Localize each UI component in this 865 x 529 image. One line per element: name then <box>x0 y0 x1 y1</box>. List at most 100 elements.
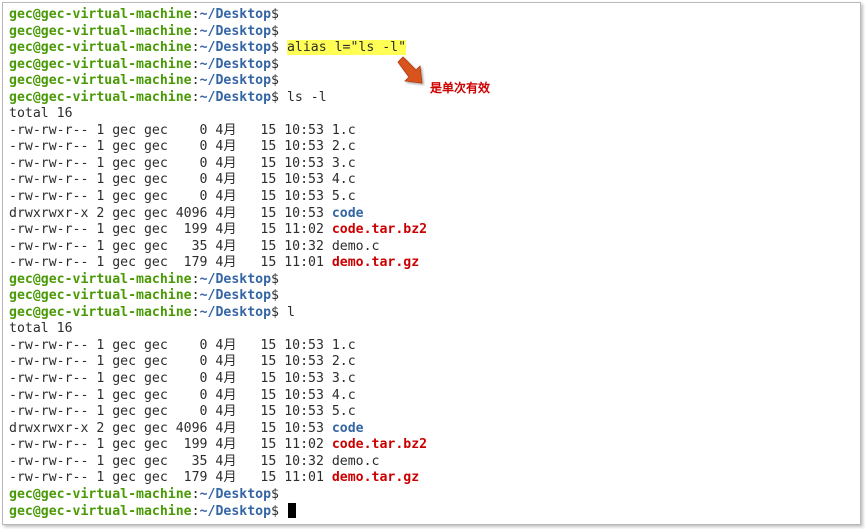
prompt-colon: : <box>191 288 200 304</box>
output-text: total 16 <box>9 321 73 337</box>
listing-row: -rw-rw-r-- 1 gec gec 0 4月 15 10:53 4.c <box>9 388 427 405</box>
listing-row: -rw-rw-r-- 1 gec gec 0 4月 15 10:53 2.c <box>9 139 427 156</box>
prompt-path: ~/Desktop <box>199 271 272 287</box>
listing-row: -rw-rw-r-- 1 gec gec 35 4月 15 10:32 demo… <box>9 239 427 256</box>
file-name: 5.c <box>331 404 356 420</box>
file-name: code.tar.bz2 <box>331 222 428 238</box>
prompt-path: ~/Desktop <box>199 40 272 56</box>
listing-row: -rw-rw-r-- 1 gec gec 179 4月 15 11:01 dem… <box>9 255 427 272</box>
prompt-dollar: $ <box>271 23 279 39</box>
file-name: 2.c <box>331 354 356 370</box>
arrow-down-right-icon <box>397 56 423 84</box>
file-metadata: -rw-rw-r-- 1 gec gec 0 4月 15 10:53 <box>9 122 332 138</box>
listing-row: -rw-rw-r-- 1 gec gec 199 4月 15 11:02 cod… <box>9 222 427 239</box>
file-metadata: -rw-rw-r-- 1 gec gec 179 4月 15 11:01 <box>9 255 332 271</box>
prompt-user-host: gec@gec-virtual-machine <box>9 89 192 105</box>
file-name: 1.c <box>331 122 356 138</box>
listing-row: drwxrwxr-x 2 gec gec 4096 4月 15 10:53 co… <box>9 206 427 223</box>
prompt-colon: : <box>191 7 200 22</box>
file-name: demo.tar.gz <box>331 470 420 486</box>
prompt-dollar: $ <box>271 486 279 502</box>
prompt-colon: : <box>191 486 200 502</box>
prompt-path: ~/Desktop <box>199 7 272 22</box>
prompt-colon: : <box>191 23 200 39</box>
file-name: demo.c <box>331 453 380 469</box>
terminal-output[interactable]: gec@gec-virtual-machine:~/Desktop$ gec@ge… <box>9 7 427 520</box>
prompt-line: gec@gec-virtual-machine:~/Desktop$ <box>9 57 427 74</box>
file-name: 3.c <box>331 371 356 387</box>
listing-row: -rw-rw-r-- 1 gec gec 0 4月 15 10:53 1.c <box>9 338 427 355</box>
listing-row: -rw-rw-r-- 1 gec gec 0 4月 15 10:53 5.c <box>9 189 427 206</box>
prompt-line: gec@gec-virtual-machine:~/Desktop$ <box>9 288 427 305</box>
file-metadata: drwxrwxr-x 2 gec gec 4096 4月 15 10:53 <box>9 205 332 221</box>
listing-row: -rw-rw-r-- 1 gec gec 0 4月 15 10:53 3.c <box>9 371 427 388</box>
prompt-user-host: gec@gec-virtual-machine <box>9 56 192 72</box>
directory-name: code <box>331 420 364 436</box>
prompt-dollar: $ <box>271 304 279 320</box>
prompt-line: gec@gec-virtual-machine:~/Desktop$ <box>9 73 427 90</box>
listing-row: -rw-rw-r-- 1 gec gec 199 4月 15 11:02 cod… <box>9 437 427 454</box>
prompt-path: ~/Desktop <box>199 56 272 72</box>
prompt-user-host: gec@gec-virtual-machine <box>9 504 192 520</box>
file-metadata: -rw-rw-r-- 1 gec gec 0 4月 15 10:53 <box>9 189 332 205</box>
file-name: demo.c <box>331 238 380 254</box>
prompt-user-host: gec@gec-virtual-machine <box>9 73 192 89</box>
file-name: code.tar.bz2 <box>331 437 428 453</box>
prompt-path: ~/Desktop <box>199 288 272 304</box>
file-metadata: -rw-rw-r-- 1 gec gec 35 4月 15 10:32 <box>9 238 332 254</box>
prompt-line: gec@gec-virtual-machine:~/Desktop$ l <box>9 305 427 322</box>
file-metadata: -rw-rw-r-- 1 gec gec 35 4月 15 10:32 <box>9 453 332 469</box>
output-line: total 16 <box>9 321 427 338</box>
file-metadata: -rw-rw-r-- 1 gec gec 0 4月 15 10:53 <box>9 337 332 353</box>
file-metadata: drwxrwxr-x 2 gec gec 4096 4月 15 10:53 <box>9 420 332 436</box>
listing-row: -rw-rw-r-- 1 gec gec 0 4月 15 10:53 4.c <box>9 172 427 189</box>
prompt-dollar: $ <box>271 7 279 22</box>
prompt-dollar: $ <box>271 288 279 304</box>
listing-row: -rw-rw-r-- 1 gec gec 0 4月 15 10:53 2.c <box>9 354 427 371</box>
file-name: 1.c <box>331 337 356 353</box>
file-metadata: -rw-rw-r-- 1 gec gec 0 4月 15 10:53 <box>9 155 332 171</box>
file-metadata: -rw-rw-r-- 1 gec gec 0 4月 15 10:53 <box>9 404 332 420</box>
screenshot-frame: gec@gec-virtual-machine:~/Desktop$ gec@ge… <box>2 2 861 525</box>
prompt-colon: : <box>191 56 200 72</box>
listing-row: -rw-rw-r-- 1 gec gec 35 4月 15 10:32 demo… <box>9 454 427 471</box>
file-name: 4.c <box>331 387 356 403</box>
annotation-note: 是单次有效 <box>430 81 491 95</box>
prompt-path: ~/Desktop <box>199 73 272 89</box>
text-cursor[interactable] <box>287 503 296 519</box>
prompt-dollar: $ <box>271 56 279 72</box>
prompt-path: ~/Desktop <box>199 304 272 320</box>
file-metadata: -rw-rw-r-- 1 gec gec 199 4月 15 11:02 <box>9 437 332 453</box>
prompt-dollar: $ <box>271 271 279 287</box>
prompt-colon: : <box>191 40 200 56</box>
prompt-path: ~/Desktop <box>199 486 272 502</box>
prompt-colon: : <box>191 73 200 89</box>
file-metadata: -rw-rw-r-- 1 gec gec 199 4月 15 11:02 <box>9 222 332 238</box>
file-name: demo.tar.gz <box>331 255 420 271</box>
prompt-user-host: gec@gec-virtual-machine <box>9 40 192 56</box>
file-name: 2.c <box>331 139 356 155</box>
listing-row: -rw-rw-r-- 1 gec gec 179 4月 15 11:01 dem… <box>9 470 427 487</box>
prompt-dollar: $ <box>271 504 279 520</box>
listing-row: -rw-rw-r-- 1 gec gec 0 4月 15 10:53 3.c <box>9 156 427 173</box>
prompt-path: ~/Desktop <box>199 23 272 39</box>
prompt-line: gec@gec-virtual-machine:~/Desktop$ <box>9 503 427 520</box>
listing-row: -rw-rw-r-- 1 gec gec 0 4月 15 10:53 5.c <box>9 404 427 421</box>
listing-row: drwxrwxr-x 2 gec gec 4096 4月 15 10:53 co… <box>9 421 427 438</box>
file-name: 5.c <box>331 189 356 205</box>
file-metadata: -rw-rw-r-- 1 gec gec 0 4月 15 10:53 <box>9 172 332 188</box>
prompt-line: gec@gec-virtual-machine:~/Desktop$ alias… <box>9 40 427 57</box>
listing-row: -rw-rw-r-- 1 gec gec 0 4月 15 10:53 1.c <box>9 123 427 140</box>
prompt-dollar: $ <box>271 73 279 89</box>
file-name: 3.c <box>331 155 356 171</box>
prompt-path: ~/Desktop <box>199 504 272 520</box>
prompt-user-host: gec@gec-virtual-machine <box>9 486 192 502</box>
prompt-user-host: gec@gec-virtual-machine <box>9 23 192 39</box>
output-text: total 16 <box>9 106 73 122</box>
prompt-user-host: gec@gec-virtual-machine <box>9 304 192 320</box>
prompt-colon: : <box>191 271 200 287</box>
prompt-colon: : <box>191 304 200 320</box>
file-metadata: -rw-rw-r-- 1 gec gec 0 4月 15 10:53 <box>9 354 332 370</box>
prompt-colon: : <box>191 89 200 105</box>
prompt-line: gec@gec-virtual-machine:~/Desktop$ ls -l <box>9 90 427 107</box>
